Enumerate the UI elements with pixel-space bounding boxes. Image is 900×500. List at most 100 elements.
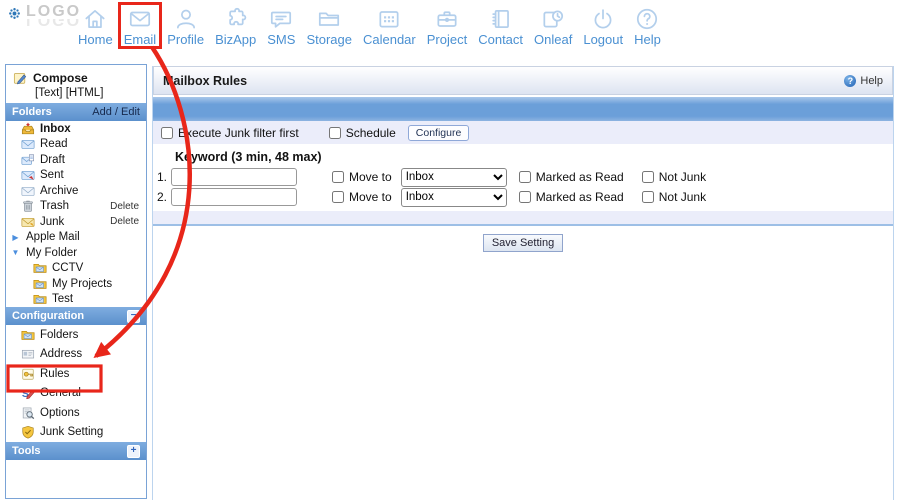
tools-expand-toggle[interactable]: + [127, 445, 140, 458]
sidebar-item-rules[interactable]: Rules [6, 364, 146, 384]
execute-junk-filter-checkbox[interactable] [161, 127, 173, 139]
marked-as-read-label[interactable]: Marked as Read [536, 190, 624, 204]
help-link[interactable]: ? Help [844, 75, 883, 87]
compose-button[interactable]: Compose [6, 65, 146, 85]
trash-label: Trash [40, 200, 69, 212]
sidebar-item-test[interactable]: Test [6, 292, 146, 308]
cctv-label: CCTV [52, 262, 83, 274]
schedule-label[interactable]: Schedule [346, 126, 396, 140]
not-junk-label[interactable]: Not Junk [659, 170, 706, 184]
tools-section-header: Tools + [6, 442, 146, 460]
sidebar-item-my-projects[interactable]: My Projects [6, 276, 146, 292]
blue-divider-band [153, 97, 893, 121]
address-book-icon [488, 6, 514, 32]
archive-label: Archive [40, 185, 78, 197]
junk-setting-label: Junk Setting [40, 426, 103, 438]
sidebar-item-apple-mail[interactable]: ▶ Apple Mail [6, 230, 146, 246]
nav-item-bizapp[interactable]: BizApp [211, 4, 260, 48]
sidebar-item-sent[interactable]: Sent [6, 168, 146, 184]
configuration-items: Folders Address Rules General Options Ju… [6, 325, 146, 442]
read-label: Read [40, 138, 68, 150]
main-panel: Mailbox Rules ? Help Execute Junk filter… [152, 66, 894, 500]
nav-label-onleaf: Onleaf [534, 32, 572, 47]
junk-delete-link[interactable]: Delete [110, 216, 146, 227]
sidebar-item-inbox[interactable]: Inbox [6, 121, 146, 137]
archive-envelope-icon [21, 184, 35, 198]
row-index: 1. [156, 170, 167, 184]
sidebar-item-my-folder[interactable]: ▼ My Folder [6, 245, 146, 261]
folder-icon [316, 6, 342, 32]
move-to-checkbox-2[interactable] [332, 191, 344, 203]
configuration-collapse-toggle[interactable]: − [127, 310, 140, 323]
sent-envelope-icon [21, 168, 35, 182]
folders-add-edit-link[interactable]: Add / Edit [92, 106, 140, 118]
configuration-section-title: Configuration [12, 310, 84, 322]
address-label: Address [40, 348, 82, 360]
marked-as-read-checkbox-1[interactable] [519, 171, 531, 183]
save-setting-button[interactable]: Save Setting [483, 234, 563, 252]
nav-label-profile: Profile [167, 32, 204, 47]
nav-item-calendar[interactable]: Calendar [359, 4, 420, 48]
nav-item-logout[interactable]: Logout [579, 4, 627, 48]
nav-item-onleaf[interactable]: Onleaf [530, 4, 576, 48]
keyword-rule-row-1: 1. Move to Inbox Marked as Read Not Junk [153, 167, 893, 187]
apple-mail-label: Apple Mail [26, 231, 80, 243]
sidebar-item-trash[interactable]: Trash Delete [6, 199, 146, 215]
nav-item-help[interactable]: Help [630, 4, 665, 48]
nav-item-storage[interactable]: Storage [302, 4, 356, 48]
folder-select-2[interactable]: Inbox [401, 188, 507, 207]
keyword-rule-row-2: 2. Move to Inbox Marked as Read Not Junk [153, 187, 893, 207]
puzzle-icon [223, 6, 249, 32]
schedule-checkbox[interactable] [329, 127, 341, 139]
sidebar-item-read[interactable]: Read [6, 137, 146, 153]
save-row: Save Setting [153, 233, 893, 252]
compose-html-link[interactable]: [HTML] [66, 87, 104, 99]
chat-icon [268, 6, 294, 32]
test-label: Test [52, 293, 73, 305]
sidebar-item-config-folders[interactable]: Folders [6, 325, 146, 345]
nav-item-project[interactable]: Project [423, 4, 471, 48]
nav-label-home: Home [78, 32, 113, 47]
folder-mail-icon [33, 292, 47, 306]
sidebar-item-cctv[interactable]: CCTV [6, 261, 146, 277]
sidebar-item-draft[interactable]: Draft [6, 152, 146, 168]
nav-item-home[interactable]: Home [74, 4, 117, 48]
execute-junk-filter-label[interactable]: Execute Junk filter first [178, 126, 299, 140]
nav-item-email[interactable]: Email [120, 4, 161, 48]
folder-select-1[interactable]: Inbox [401, 168, 507, 187]
logo-reflection: LOGO [26, 19, 81, 26]
sidebar-item-archive[interactable]: Archive [6, 183, 146, 199]
nav-item-contact[interactable]: Contact [474, 4, 527, 48]
help-label: Help [860, 75, 883, 87]
not-junk-checkbox-2[interactable] [642, 191, 654, 203]
move-to-checkbox-1[interactable] [332, 171, 344, 183]
not-junk-checkbox-1[interactable] [642, 171, 654, 183]
sidebar-item-general[interactable]: General [6, 384, 146, 404]
sidebar-item-junk-setting[interactable]: Junk Setting [6, 423, 146, 443]
nav-item-profile[interactable]: Profile [163, 4, 208, 48]
power-icon [590, 6, 616, 32]
my-folder-label: My Folder [26, 247, 77, 259]
marked-as-read-checkbox-2[interactable] [519, 191, 531, 203]
nav-item-sms[interactable]: SMS [263, 4, 299, 48]
folder-mail-icon [33, 277, 47, 291]
trash-delete-link[interactable]: Delete [110, 201, 146, 212]
nav-label-storage: Storage [306, 32, 352, 47]
move-to-label[interactable]: Move to [349, 190, 392, 204]
collapsed-triangle-icon[interactable]: ▶ [10, 233, 21, 242]
configure-button[interactable]: Configure [408, 125, 470, 141]
sidebar-item-options[interactable]: Options [6, 403, 146, 423]
briefcase-icon [434, 6, 460, 32]
sidebar-item-junk[interactable]: Junk Delete [6, 214, 146, 230]
keyword-input-1[interactable] [171, 168, 297, 186]
expanded-triangle-icon[interactable]: ▼ [10, 248, 21, 257]
compose-text-link[interactable]: [Text] [35, 87, 62, 99]
options-magnifier-icon [21, 406, 35, 420]
email-icon [127, 6, 153, 32]
sidebar-item-address[interactable]: Address [6, 345, 146, 365]
move-to-label[interactable]: Move to [349, 170, 392, 184]
logo-text: LOGO [26, 5, 81, 19]
keyword-input-2[interactable] [171, 188, 297, 206]
not-junk-label[interactable]: Not Junk [659, 190, 706, 204]
marked-as-read-label[interactable]: Marked as Read [536, 170, 624, 184]
